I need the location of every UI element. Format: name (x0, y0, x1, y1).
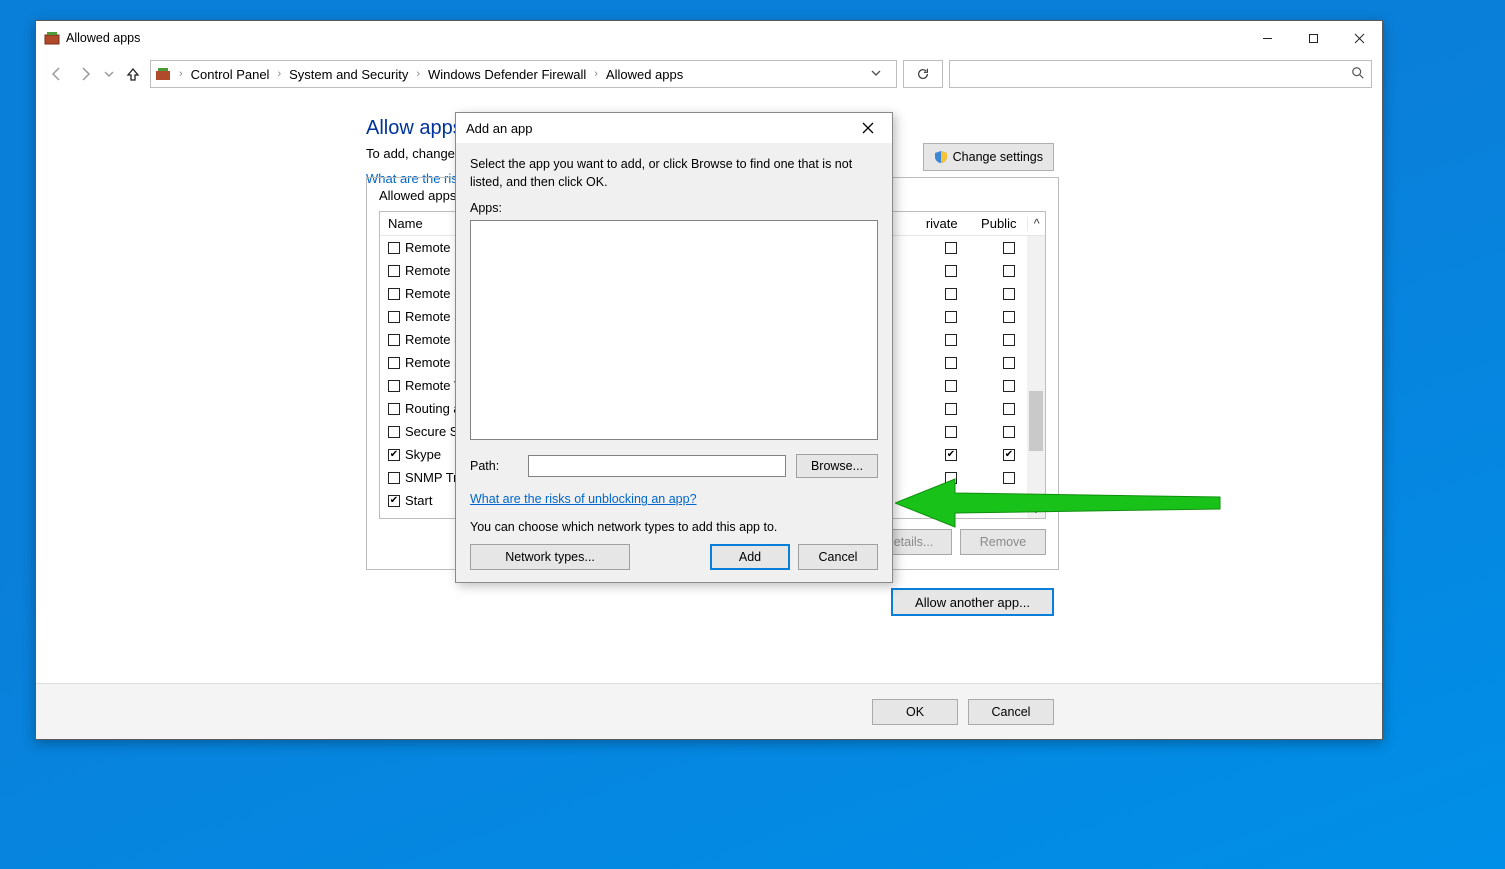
checkbox-name[interactable] (388, 334, 400, 346)
checkbox-public[interactable] (1003, 357, 1015, 369)
checkbox-public[interactable] (1003, 472, 1015, 484)
dialog-cancel-button[interactable]: Cancel (798, 544, 878, 570)
checkbox-public[interactable] (1003, 265, 1015, 277)
change-settings-label: Change settings (953, 150, 1043, 164)
chevron-right-icon: › (275, 68, 283, 80)
dialog-risk-link[interactable]: What are the risks of unblocking an app? (470, 492, 878, 506)
maximize-button[interactable] (1290, 21, 1336, 55)
checkbox-private[interactable] (945, 311, 957, 323)
checkbox-name[interactable] (388, 357, 400, 369)
apps-listbox[interactable] (470, 220, 878, 440)
checkbox-public[interactable] (1003, 426, 1015, 438)
address-bar[interactable]: › Control Panel › System and Security › … (150, 60, 897, 88)
checkbox-name[interactable] (388, 426, 400, 438)
checkbox-public[interactable] (1003, 311, 1015, 323)
minimize-button[interactable] (1244, 21, 1290, 55)
checkbox-public[interactable] (1003, 495, 1015, 507)
checkbox-private[interactable] (945, 449, 957, 461)
checkbox-private[interactable] (945, 265, 957, 277)
checkbox-public[interactable] (1003, 242, 1015, 254)
checkbox-private[interactable] (945, 472, 957, 484)
checkbox-private[interactable] (945, 403, 957, 415)
window-title: Allowed apps (66, 31, 1244, 45)
search-input[interactable] (949, 60, 1372, 88)
cancel-button[interactable]: Cancel (968, 699, 1054, 725)
firewall-icon (44, 30, 60, 46)
dialog-title: Add an app (466, 121, 533, 136)
list-item-label: Start (405, 493, 432, 508)
checkbox-name[interactable] (388, 495, 400, 507)
scroll-down-icon[interactable]: ⌄ (1027, 502, 1045, 518)
search-icon (1351, 66, 1365, 83)
checkbox-public[interactable] (1003, 380, 1015, 392)
path-input[interactable] (528, 455, 786, 477)
checkbox-private[interactable] (945, 426, 957, 438)
nav-row: › Control Panel › System and Security › … (36, 55, 1382, 93)
breadcrumb[interactable]: Control Panel (191, 67, 270, 82)
checkbox-public[interactable] (1003, 449, 1015, 461)
shield-icon (934, 150, 948, 164)
close-button[interactable] (1336, 21, 1382, 55)
checkbox-private[interactable] (945, 495, 957, 507)
list-item-label: Skype (405, 447, 441, 462)
allow-another-app-button[interactable]: Allow another app... (891, 588, 1054, 616)
chevron-right-icon: › (177, 68, 185, 80)
col-public[interactable]: Public (970, 216, 1027, 231)
path-label: Path: (470, 459, 518, 473)
breadcrumb[interactable]: System and Security (289, 67, 408, 82)
checkbox-private[interactable] (945, 380, 957, 392)
checkbox-private[interactable] (945, 334, 957, 346)
col-private[interactable]: rivate (913, 216, 970, 231)
checkbox-name[interactable] (388, 472, 400, 484)
dialog-close-button[interactable] (854, 117, 882, 139)
checkbox-public[interactable] (1003, 334, 1015, 346)
breadcrumb[interactable]: Windows Defender Firewall (428, 67, 586, 82)
refresh-button[interactable] (903, 60, 943, 88)
checkbox-public[interactable] (1003, 403, 1015, 415)
network-types-button[interactable]: Network types... (470, 544, 630, 570)
dialog-choose-text: You can choose which network types to ad… (470, 520, 878, 534)
address-dropdown-icon[interactable] (860, 67, 892, 82)
add-button[interactable]: Add (710, 544, 790, 570)
dialog-instruction: Select the app you want to add, or click… (470, 155, 878, 191)
ok-button[interactable]: OK (872, 699, 958, 725)
window-titlebar: Allowed apps (36, 21, 1382, 55)
checkbox-name[interactable] (388, 380, 400, 392)
nav-back-button[interactable] (46, 63, 68, 85)
nav-forward-button[interactable] (74, 63, 96, 85)
scrollbar-thumb[interactable] (1029, 391, 1043, 451)
checkbox-name[interactable] (388, 311, 400, 323)
checkbox-name[interactable] (388, 449, 400, 461)
checkbox-public[interactable] (1003, 288, 1015, 300)
checkbox-private[interactable] (945, 357, 957, 369)
breadcrumb[interactable]: Allowed apps (606, 67, 683, 82)
checkbox-name[interactable] (388, 403, 400, 415)
apps-label: Apps: (470, 201, 878, 215)
scroll-up-icon[interactable]: ^ (1027, 217, 1045, 231)
checkbox-name[interactable] (388, 242, 400, 254)
nav-history-dropdown[interactable] (102, 63, 116, 85)
browse-button[interactable]: Browse... (796, 454, 878, 478)
change-settings-button[interactable]: Change settings (923, 143, 1054, 171)
chevron-right-icon: › (592, 68, 600, 80)
checkbox-private[interactable] (945, 288, 957, 300)
add-an-app-dialog: Add an app Select the app you want to ad… (455, 112, 893, 583)
chevron-right-icon: › (414, 68, 422, 80)
nav-up-button[interactable] (122, 63, 144, 85)
checkbox-private[interactable] (945, 242, 957, 254)
checkbox-name[interactable] (388, 288, 400, 300)
vertical-scrollbar[interactable]: ⌄ (1027, 236, 1045, 518)
remove-button[interactable]: Remove (960, 529, 1046, 555)
checkbox-name[interactable] (388, 265, 400, 277)
firewall-icon (155, 66, 171, 82)
footer-bar: OK Cancel (36, 683, 1382, 739)
dialog-titlebar: Add an app (456, 113, 892, 143)
